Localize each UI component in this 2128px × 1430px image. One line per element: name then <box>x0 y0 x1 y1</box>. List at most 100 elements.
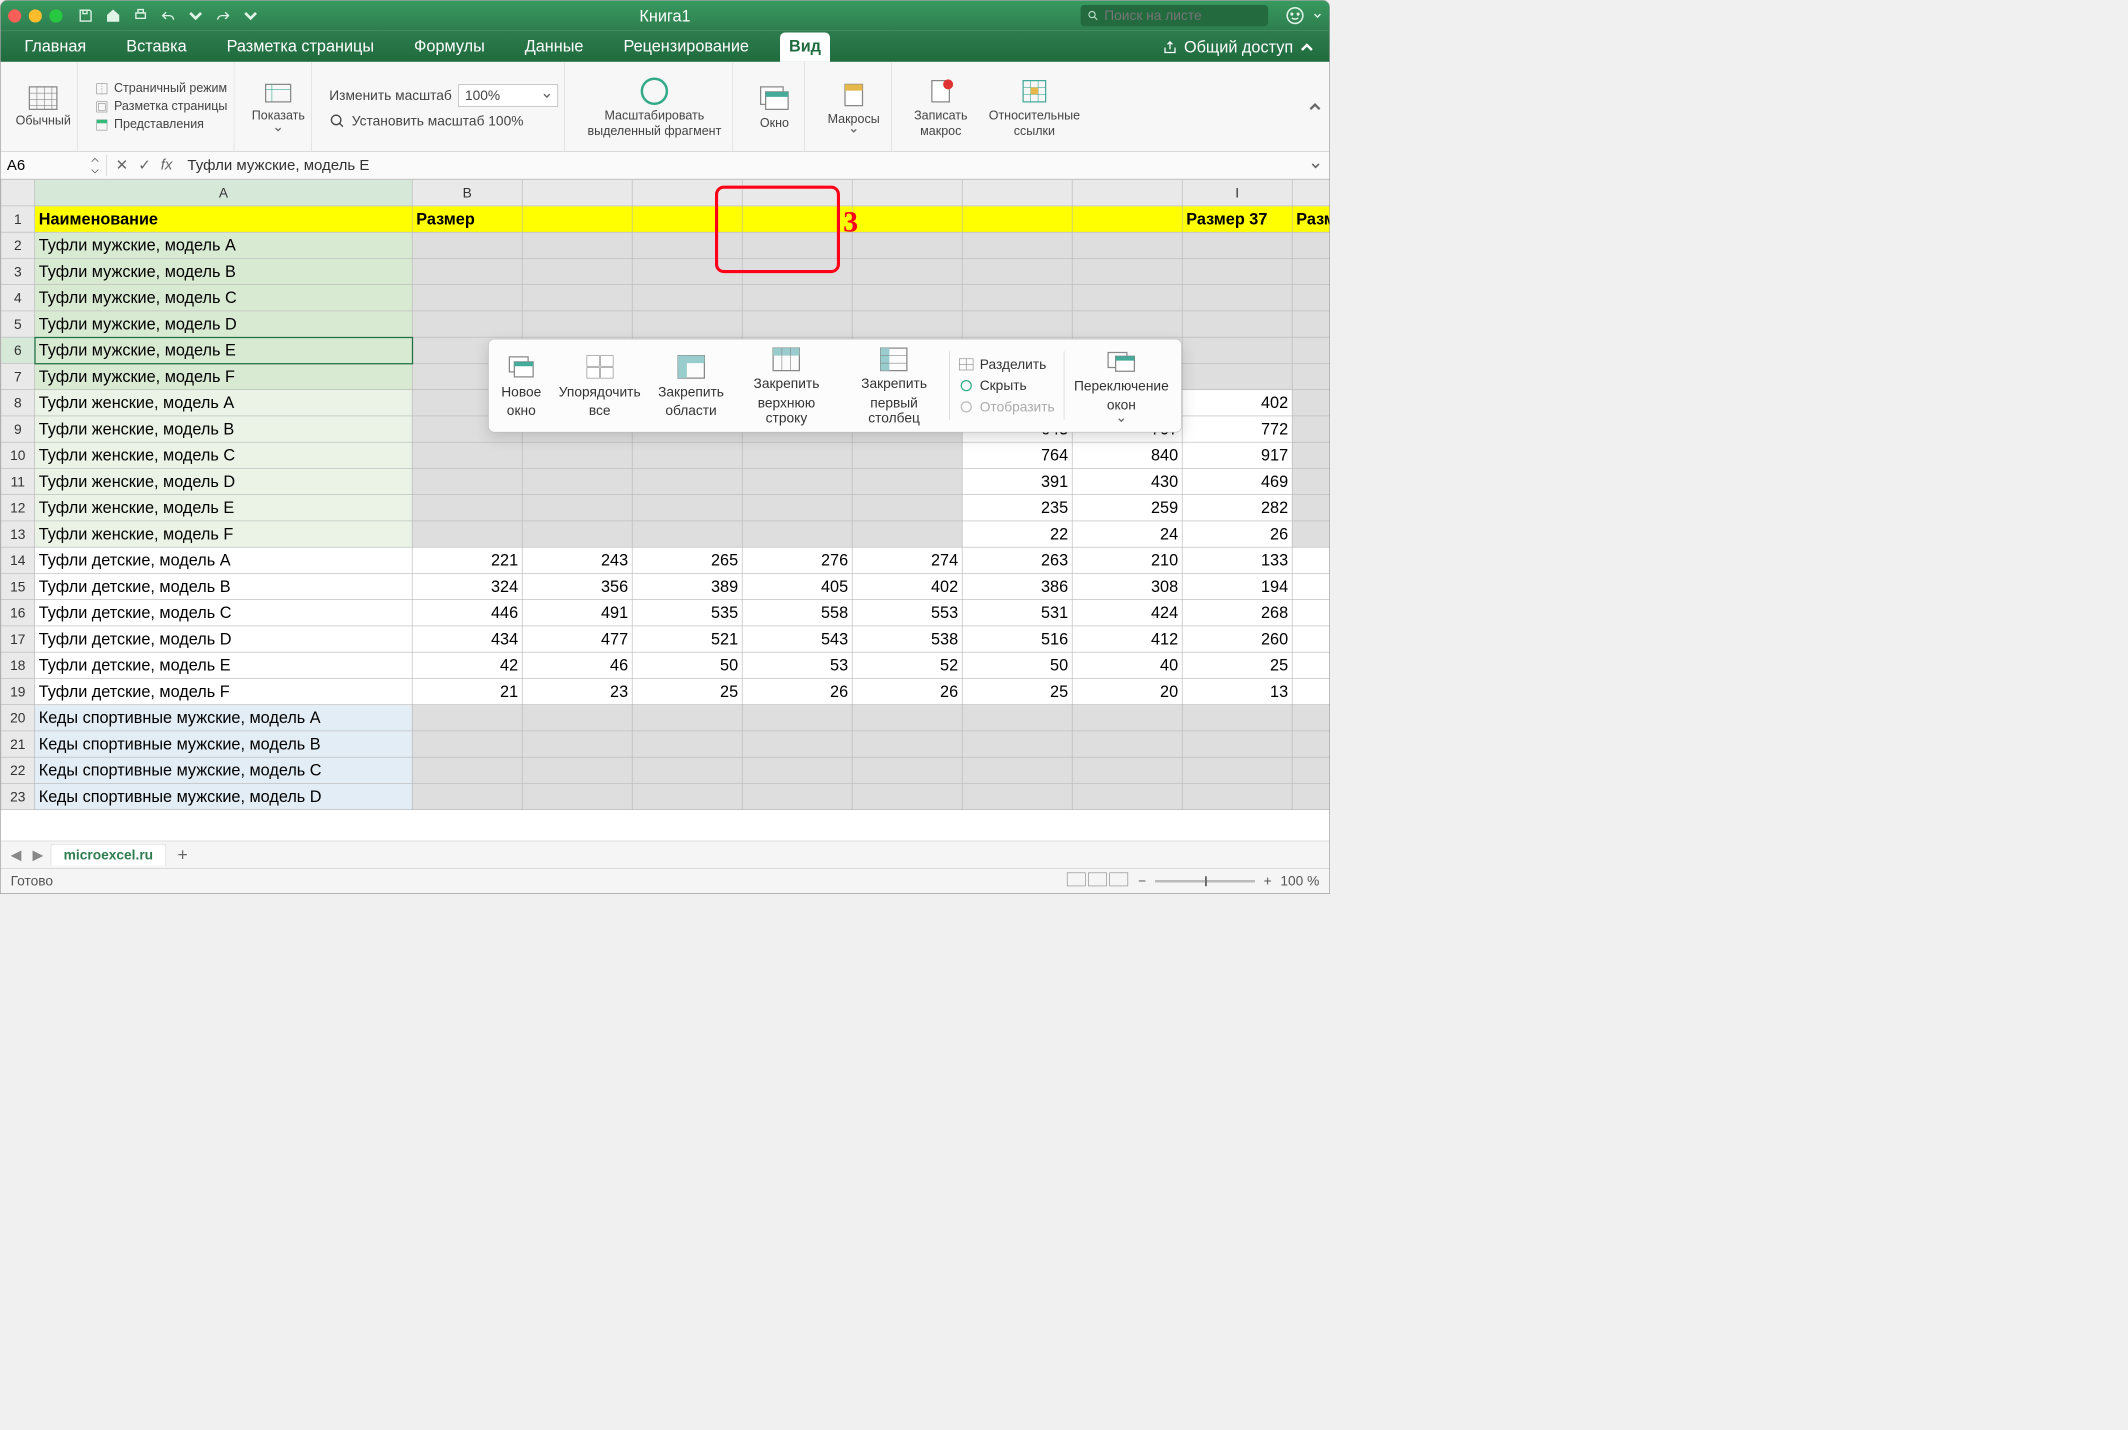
cell[interactable] <box>522 285 632 311</box>
normal-view-button[interactable]: Обычный <box>16 85 71 128</box>
cell[interactable]: 491 <box>522 600 632 626</box>
row-header[interactable]: 8 <box>1 390 35 416</box>
table-row[interactable]: 3Туфли мужские, модель B <box>1 258 1329 284</box>
cell[interactable] <box>1292 731 1329 757</box>
cell[interactable]: 194 <box>1182 573 1292 599</box>
cell[interactable]: 430 <box>1072 468 1182 494</box>
window-button[interactable]: Окно <box>751 83 799 131</box>
cell[interactable] <box>412 495 522 521</box>
cell[interactable]: Туфли детские, модель F <box>35 678 413 704</box>
cell[interactable] <box>852 495 962 521</box>
cell[interactable] <box>1292 521 1329 547</box>
cell[interactable] <box>412 258 522 284</box>
cell[interactable] <box>742 731 852 757</box>
row-header[interactable]: 11 <box>1 468 35 494</box>
table-row[interactable]: 2Туфли мужские, модель A <box>1 232 1329 258</box>
cell[interactable] <box>852 232 962 258</box>
row-header[interactable]: 12 <box>1 495 35 521</box>
share-button[interactable]: Общий доступ <box>1163 38 1315 62</box>
row-header[interactable]: 13 <box>1 521 35 547</box>
cell[interactable] <box>742 783 852 809</box>
cell[interactable]: 917 <box>1182 442 1292 468</box>
row-header[interactable]: 3 <box>1 258 35 284</box>
cell[interactable] <box>1292 416 1329 442</box>
table-row[interactable]: 23Кеды спортивные мужские, модель D <box>1 783 1329 809</box>
cell[interactable]: 221 <box>412 547 522 573</box>
cell[interactable] <box>852 521 962 547</box>
print-icon[interactable] <box>133 8 149 24</box>
cell[interactable] <box>412 757 522 783</box>
cell[interactable]: Туфли мужские, модель E <box>35 337 413 363</box>
table-row[interactable]: 10Туфли женские, модель C764840917 <box>1 442 1329 468</box>
cell[interactable] <box>962 258 1072 284</box>
table-row[interactable]: 22Кеды спортивные мужские, модель C <box>1 757 1329 783</box>
search-input[interactable] <box>1104 8 1262 24</box>
cell[interactable]: 531 <box>962 600 1072 626</box>
select-all-corner[interactable] <box>1 180 35 206</box>
cell[interactable] <box>962 757 1072 783</box>
col-header[interactable] <box>852 180 962 206</box>
cell[interactable]: 265 <box>632 547 742 573</box>
column-headers[interactable]: A B I <box>1 180 1329 206</box>
split-button[interactable]: Разделить <box>958 356 1054 372</box>
tab-insert[interactable]: Вставка <box>117 33 195 62</box>
cell[interactable]: 210 <box>1072 547 1182 573</box>
cell[interactable] <box>1182 337 1292 363</box>
cell[interactable] <box>1072 757 1182 783</box>
home-icon[interactable] <box>105 8 121 24</box>
table-row[interactable]: 16Туфли детские, модель C446491535558553… <box>1 600 1329 626</box>
cell[interactable] <box>412 232 522 258</box>
cell[interactable]: Туфли мужские, модель F <box>35 363 413 389</box>
cell[interactable]: 840 <box>1072 442 1182 468</box>
cell[interactable] <box>1292 573 1329 599</box>
cell[interactable]: 521 <box>632 626 742 652</box>
row-header[interactable]: 16 <box>1 600 35 626</box>
formula-expand-icon[interactable] <box>1302 160 1330 170</box>
cell[interactable] <box>1182 783 1292 809</box>
cell[interactable]: Туфли детские, модель E <box>35 652 413 678</box>
cell[interactable]: 20 <box>1072 678 1182 704</box>
cell[interactable] <box>1182 705 1292 731</box>
cell[interactable]: 558 <box>742 600 852 626</box>
cell[interactable]: 259 <box>1072 495 1182 521</box>
cell[interactable] <box>1182 757 1292 783</box>
cell[interactable]: 268 <box>1182 600 1292 626</box>
table-row[interactable]: 4Туфли мужские, модель C <box>1 285 1329 311</box>
cell[interactable] <box>632 285 742 311</box>
cell[interactable] <box>742 468 852 494</box>
cell[interactable] <box>742 258 852 284</box>
cell[interactable] <box>1292 258 1329 284</box>
cell[interactable]: 243 <box>522 547 632 573</box>
cell[interactable]: 13 <box>1182 678 1292 704</box>
cell[interactable]: Туфли женские, модель F <box>35 521 413 547</box>
maximize-button[interactable] <box>49 9 62 22</box>
cell[interactable]: 282 <box>1182 495 1292 521</box>
cell[interactable]: 52 <box>852 652 962 678</box>
row-header[interactable]: 19 <box>1 678 35 704</box>
cell[interactable] <box>1072 232 1182 258</box>
table-row[interactable]: 20Кеды спортивные мужские, модель А <box>1 705 1329 731</box>
cell[interactable] <box>412 442 522 468</box>
autosave-icon[interactable] <box>78 8 94 24</box>
cell[interactable]: 26 <box>742 678 852 704</box>
col-header[interactable] <box>522 180 632 206</box>
cell[interactable]: 263 <box>962 547 1072 573</box>
tab-view[interactable]: Вид <box>780 33 830 62</box>
formula-input[interactable]: Туфли мужские, модель E <box>181 157 1302 175</box>
cell[interactable]: Туфли детские, модель C <box>35 600 413 626</box>
name-box[interactable]: A6 <box>1 155 107 176</box>
zoom-value[interactable]: 100 % <box>1280 873 1319 889</box>
cell[interactable]: 25 <box>632 678 742 704</box>
cell[interactable]: 133 <box>1182 547 1292 573</box>
cell[interactable]: Туфли женские, модель C <box>35 442 413 468</box>
cell[interactable] <box>412 468 522 494</box>
cell[interactable] <box>632 783 742 809</box>
cell[interactable]: 235 <box>962 495 1072 521</box>
unhide-button[interactable]: Отобразить <box>958 399 1054 415</box>
cell[interactable] <box>632 731 742 757</box>
table-row[interactable]: 12Туфли женские, модель E235259282 <box>1 495 1329 521</box>
cell[interactable]: 274 <box>852 547 962 573</box>
cell[interactable]: 535 <box>632 600 742 626</box>
table-row[interactable]: 5Туфли мужские, модель D <box>1 311 1329 337</box>
cell[interactable] <box>632 705 742 731</box>
